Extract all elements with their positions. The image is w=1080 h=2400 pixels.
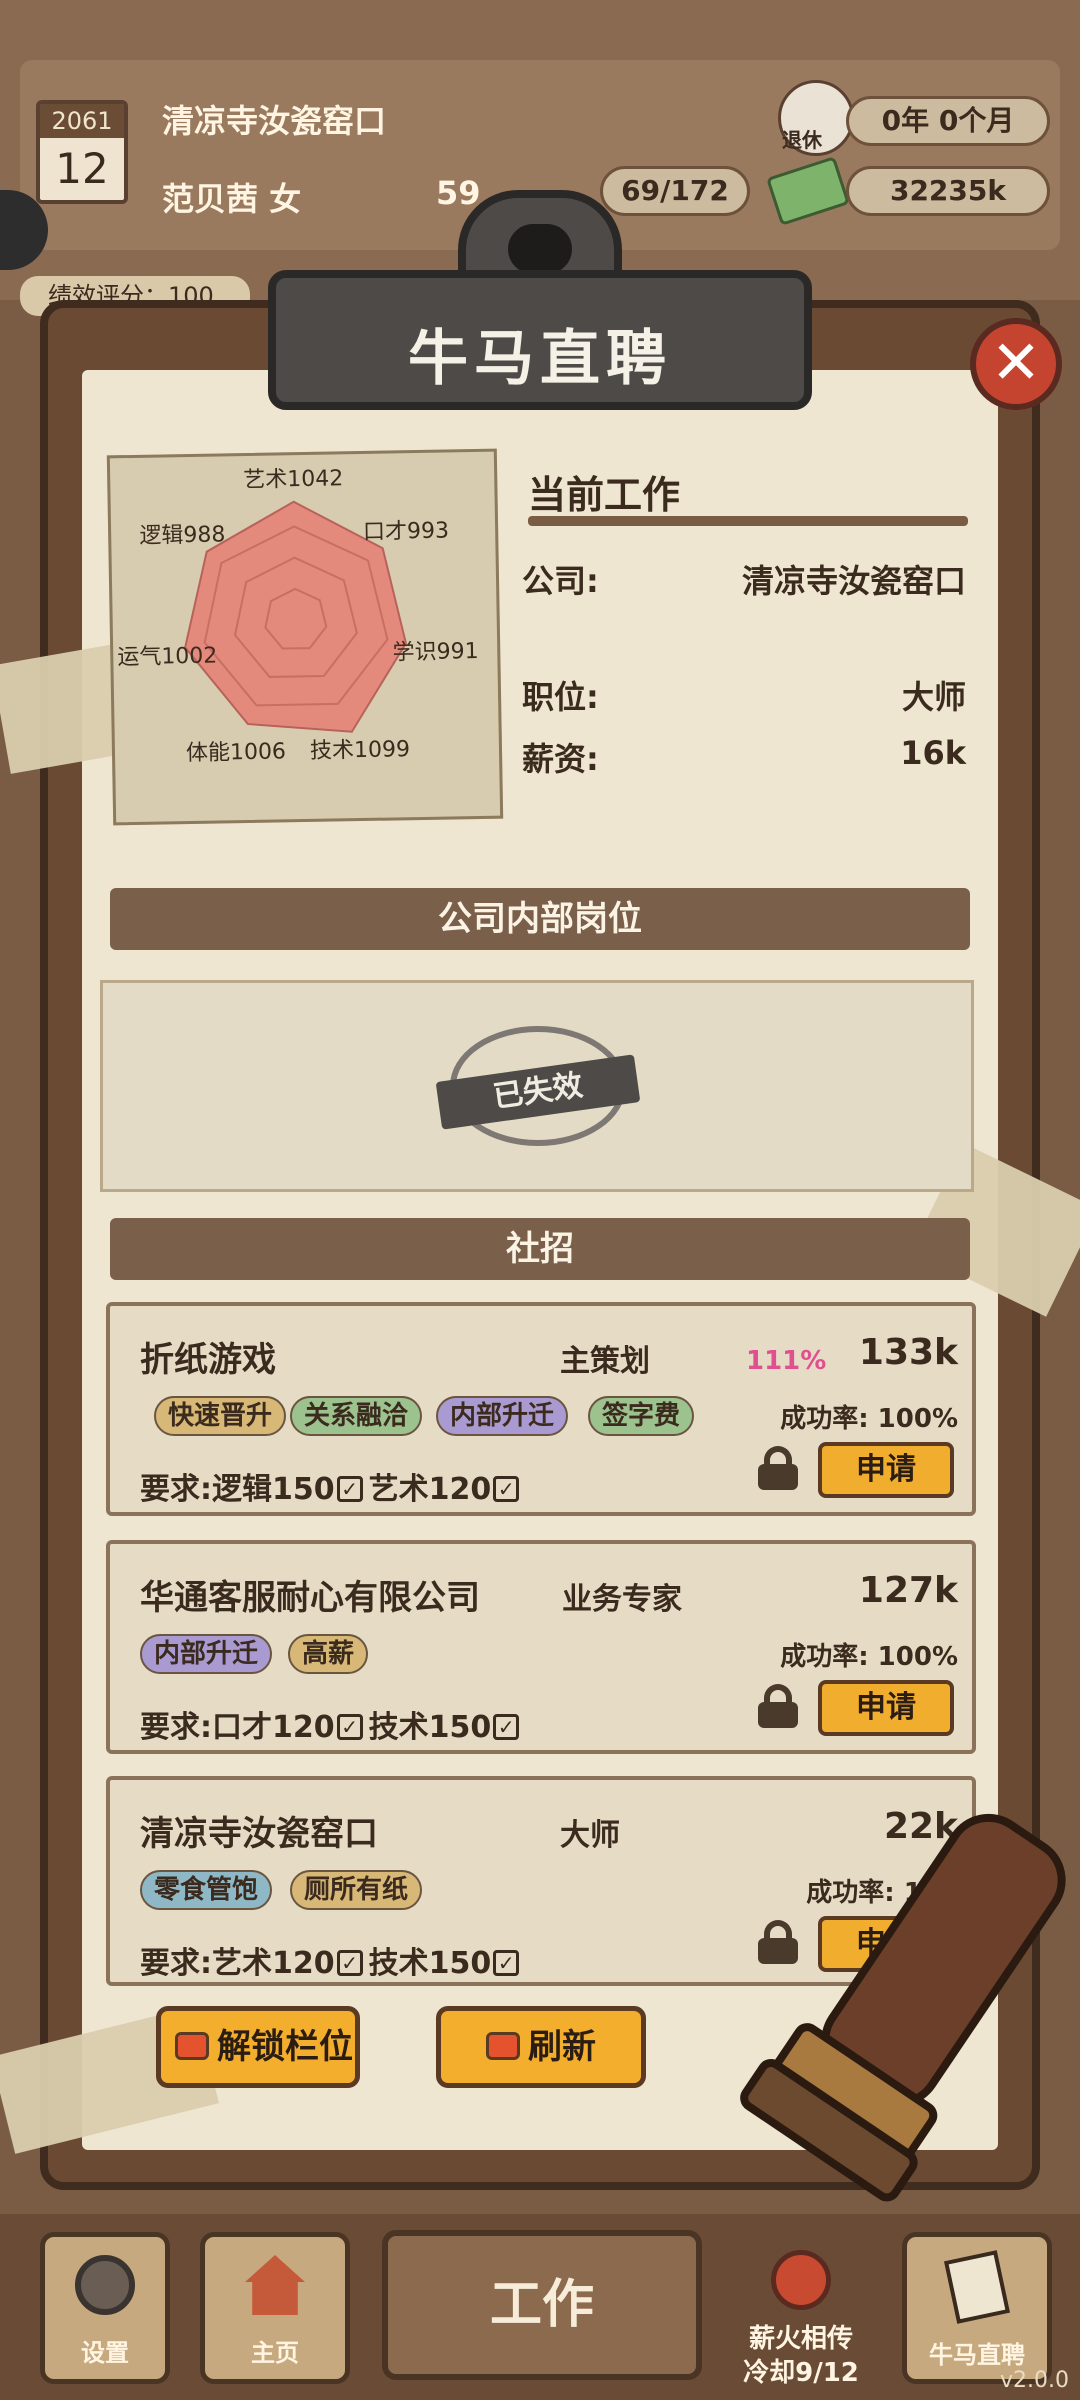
check-icon: ✓ [493, 1475, 520, 1502]
job-success-rate: 成功率: 100% [780, 1642, 958, 1672]
panel-title: 牛马直聘 [408, 324, 672, 394]
check-icon: ✓ [336, 1475, 363, 1502]
position-label: 职位: [522, 678, 599, 716]
retire-months: 0个月 [938, 104, 1015, 137]
salary-label: 薪资: [522, 740, 599, 778]
req-label: 要求: [140, 1472, 212, 1507]
nav-settings-label: 设置 [81, 2339, 129, 2367]
company-label: 公司: [522, 562, 599, 600]
nav-settings[interactable]: 设置 [40, 2232, 170, 2384]
current-job-heading: 当前工作 [528, 473, 681, 517]
heading-underline [528, 516, 968, 526]
nav-home[interactable]: 主页 [200, 2232, 350, 2384]
check-icon: ✓ [493, 1713, 520, 1740]
job-position: 业务专家 [562, 1582, 682, 1617]
job-tag: 厕所有纸 [290, 1870, 423, 1910]
req-item: 逻辑150 [212, 1472, 335, 1507]
home-icon [245, 2255, 305, 2315]
radar-stat-label: 技术1099 [309, 737, 411, 764]
job-requirements: 要求:口才120 ✓ 技术150 ✓ [140, 1702, 525, 1746]
job-position: 主策划 [560, 1344, 650, 1379]
hud-company: 清凉寺汝瓷窑口 [162, 102, 387, 140]
nav-fire[interactable]: 薪火相传 冷却9/12 [726, 2232, 876, 2388]
job-company: 折纸游戏 [140, 1340, 276, 1380]
gear-icon [75, 2255, 135, 2315]
job-card: 折纸游戏 主策划 111% 133k 快速晋升 关系融洽 内部升迁 签字费 成功… [106, 1302, 976, 1516]
salary-value: 16k [900, 734, 966, 772]
unlock-slot-button[interactable]: 解锁栏位 [156, 2006, 360, 2088]
req-label: 要求: [140, 1710, 212, 1745]
clip: 牛马直聘 [268, 190, 812, 410]
retire-label: 退休 [782, 128, 822, 152]
job-company: 清凉寺汝瓷窑口 [140, 1814, 378, 1854]
job-tag: 签字费 [588, 1396, 695, 1436]
job-salary: 127k [858, 1570, 958, 1611]
calendar-month: 12 [55, 144, 109, 193]
video-ad-icon [486, 2031, 520, 2060]
gavel-icon [740, 1813, 1066, 2202]
req-item: 艺术120 [212, 1946, 335, 1981]
social-recruit-header: 社招 [110, 1218, 970, 1280]
radar-stat-label: 学识991 [392, 638, 479, 666]
position-value: 大师 [901, 678, 966, 716]
radar-stat-label: 艺术1042 [243, 466, 344, 494]
req-label: 要求: [140, 1946, 212, 1981]
job-tag: 关系融洽 [290, 1396, 423, 1436]
job-company: 华通客服耐心有限公司 [140, 1578, 480, 1618]
job-requirements: 要求:逻辑150 ✓ 艺术120 ✓ [140, 1464, 525, 1508]
lock-icon[interactable] [758, 1684, 798, 1728]
radar-stat-label: 体能1006 [185, 739, 287, 766]
calendar: 2061 12 [36, 100, 128, 204]
video-ad-icon [175, 2031, 209, 2060]
refresh-label: 刷新 [528, 2027, 596, 2067]
version-label: v2.0.0 [1000, 2368, 1069, 2393]
nav-work[interactable]: 工作 [382, 2230, 702, 2380]
calendar-year: 2061 [40, 104, 124, 138]
job-tag: 快速晋升 [154, 1396, 287, 1436]
radar-stat-label: 逻辑988 [139, 522, 226, 549]
refresh-button[interactable]: 刷新 [436, 2006, 646, 2088]
nav-home-label: 主页 [251, 2339, 299, 2367]
job-salary-increase: 111% [746, 1346, 827, 1376]
job-position: 大师 [560, 1818, 620, 1853]
job-tag: 零食管饱 [140, 1870, 273, 1910]
job-salary: 133k [858, 1332, 958, 1373]
job-tag: 内部升迁 [436, 1396, 569, 1436]
check-icon: ✓ [336, 1949, 363, 1976]
apply-button[interactable]: 申请 [818, 1680, 954, 1736]
nav-hire-label: 牛马直聘 [929, 2341, 1025, 2369]
torch-icon [771, 2250, 831, 2310]
retire-years: 0年 [881, 104, 930, 137]
req-item: 艺术120 [368, 1472, 492, 1507]
req-item: 技术150 [368, 1946, 492, 1981]
nav-hire[interactable]: 牛马直聘 [902, 2232, 1052, 2384]
job-tag: 高薪 [288, 1634, 369, 1674]
clipboard-icon [943, 2250, 1011, 2324]
job-card: 华通客服耐心有限公司 业务专家 127k 内部升迁 高薪 成功率: 100% 要… [106, 1540, 976, 1754]
retire-countdown: 0年 0个月 [846, 96, 1050, 146]
lock-icon[interactable] [758, 1446, 798, 1490]
apply-button[interactable]: 申请 [818, 1442, 954, 1498]
req-item: 技术150 [368, 1710, 492, 1745]
expired-stamp: 已失效 [435, 1026, 641, 1146]
check-icon: ✓ [336, 1713, 363, 1740]
radar-stat-label: 运气1002 [117, 643, 218, 671]
unlock-slot-label: 解锁栏位 [217, 2027, 353, 2067]
nav-cooldown: 冷却9/12 [743, 2358, 859, 2388]
job-requirements: 要求:艺术120 ✓ 技术150 ✓ [140, 1938, 525, 1982]
req-item: 口才120 [212, 1710, 335, 1745]
close-button[interactable]: ✕ [970, 318, 1062, 410]
job-success-rate: 成功率: 100% [780, 1404, 958, 1434]
internal-positions-header: 公司内部岗位 [110, 888, 970, 950]
attribute-radar-card: 艺术1042 口才993 学识991 技术1099 体能1006 运气1002 逻辑988 [106, 448, 504, 826]
expired-stamp-text: 已失效 [435, 1054, 641, 1130]
check-icon: ✓ [493, 1949, 520, 1976]
money-value: 32235k [846, 166, 1050, 216]
radar-stat-label: 口才993 [362, 518, 450, 545]
job-tag: 内部升迁 [140, 1634, 273, 1674]
company-value: 清凉寺汝瓷窑口 [741, 562, 966, 600]
nav-fire-label: 薪火相传 [748, 2324, 853, 2354]
